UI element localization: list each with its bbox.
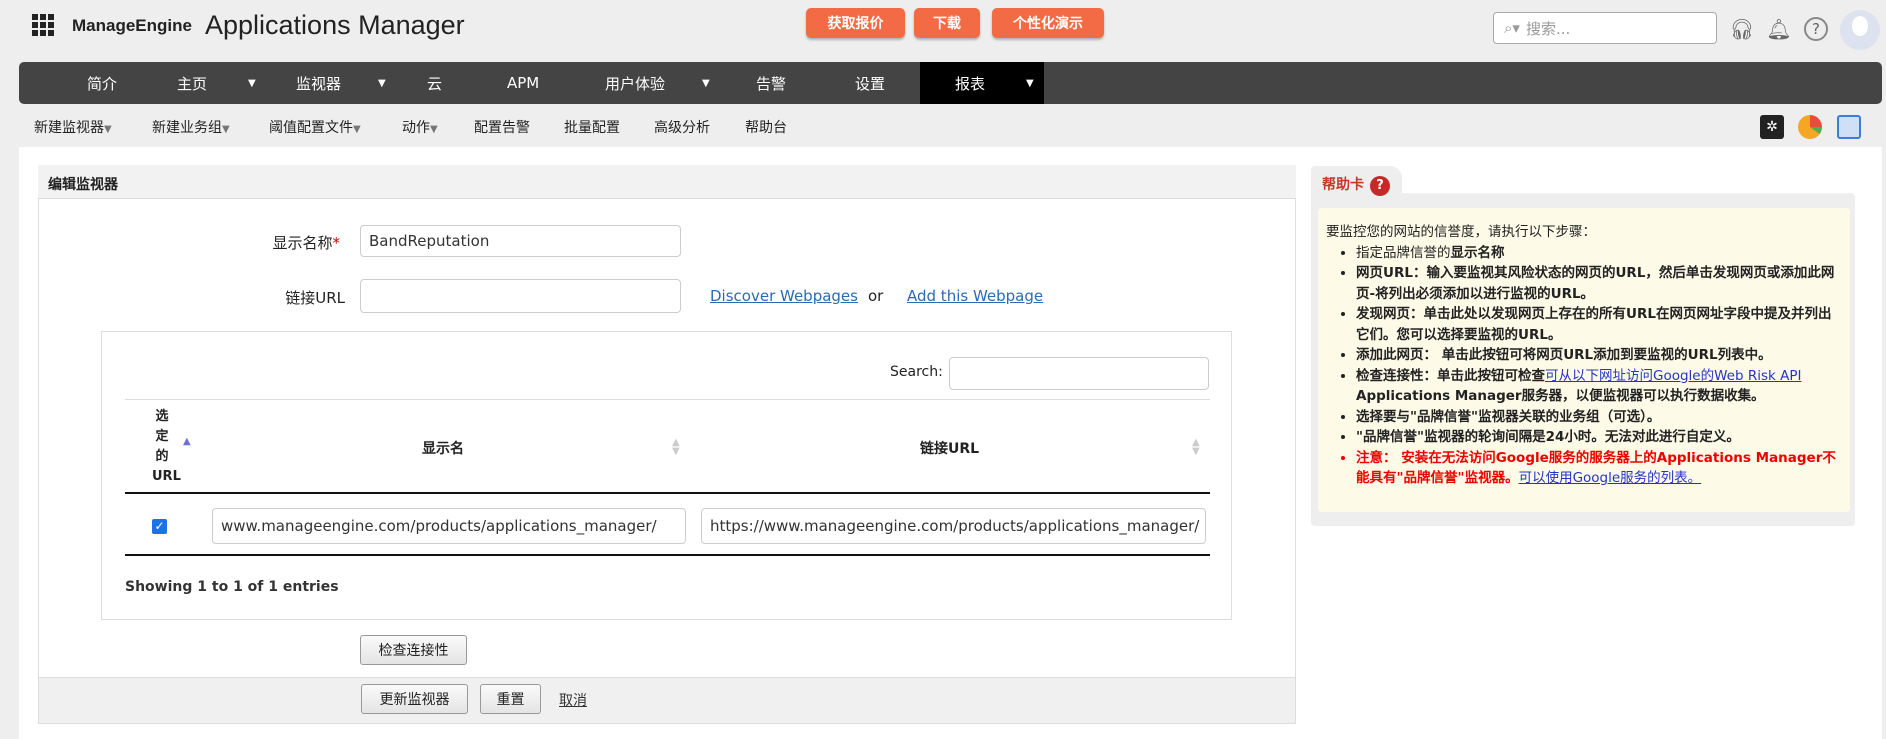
caret-down-icon: ▼ — [222, 124, 230, 135]
subnav-threshold[interactable]: 阈值配置文件▼ — [269, 117, 361, 137]
url-label: 链接URL — [285, 289, 345, 307]
help-item: 检查连接性：单击此按钮可检查可从以下网址访问Google的Web Risk AP… — [1356, 366, 1842, 407]
camera-shutter-icon[interactable]: ✲ — [1760, 115, 1784, 139]
subnav-label: 阈值配置文件 — [269, 120, 353, 136]
caret-down-icon: ▼ — [353, 124, 361, 135]
bell-icon[interactable]: 🔔︎ — [1766, 16, 1792, 42]
search-icon: ⌕▾ — [1504, 19, 1520, 37]
header-text: URL — [152, 469, 181, 484]
sort-asc-icon: ▲ — [183, 436, 191, 447]
help-note: 注意： 安装在无法访问Google服务的服务器上的Applications Ma… — [1356, 448, 1842, 489]
label-text: 显示名称 — [272, 234, 333, 252]
subnav-new-group[interactable]: 新建业务组▼ — [152, 117, 230, 137]
subnav-label: 新建业务组 — [152, 120, 222, 136]
pie-chart-icon[interactable] — [1798, 115, 1822, 139]
sort-icon: ▲ ▼ — [672, 437, 680, 457]
chevron-down-icon[interactable]: ▼ — [248, 62, 256, 104]
nav-cloud[interactable]: 云 — [427, 62, 442, 104]
google-services-link[interactable]: 可以使用Google服务的列表。 — [1519, 470, 1702, 486]
subnav-bulk-config[interactable]: 批量配置 — [564, 117, 620, 137]
nav-settings[interactable]: 设置 — [855, 62, 885, 104]
row-url-input[interactable]: https://www.manageengine.com/products/ap… — [701, 508, 1206, 544]
chevron-down-icon[interactable]: ▼ — [378, 62, 386, 104]
demo-button[interactable]: 个性化演示 — [992, 8, 1104, 38]
url-input[interactable] — [360, 279, 681, 313]
help-icon[interactable]: ? — [1804, 17, 1828, 41]
discover-webpages-link[interactable]: Discover Webpages — [710, 287, 858, 305]
subnav-configure-alarms[interactable]: 配置告警 — [474, 117, 530, 137]
subnav-actions[interactable]: 动作▼ — [402, 117, 438, 137]
header-text: 的 — [155, 449, 169, 464]
panel-title: 编辑监视器 — [38, 165, 1296, 199]
help-item: 选择要与"品牌信誉"监视器关联的业务组（可选）。 — [1356, 407, 1842, 428]
row-checkbox[interactable]: ✓ — [152, 519, 167, 534]
table-info: Showing 1 to 1 of 1 entries — [125, 579, 339, 595]
header-text: 选 — [155, 409, 169, 424]
help-item: 网页URL：输入要监视其风险状态的网页的URL，然后单击发现网页或添加此网页-将… — [1356, 263, 1842, 304]
subnav-helpdesk[interactable]: 帮助台 — [745, 117, 787, 137]
nav-home[interactable]: 主页 — [177, 62, 207, 104]
header-text: 定 — [155, 429, 169, 444]
subnav-analytics[interactable]: 高级分析 — [654, 117, 710, 137]
caret-down-icon: ▼ — [104, 124, 112, 135]
chevron-down-icon[interactable]: ▼ — [1026, 62, 1034, 104]
table-search-label: Search: — [890, 364, 943, 380]
add-webpage-link[interactable]: Add this Webpage — [907, 287, 1043, 305]
help-intro: 要监控您的网站的信誉度，请执行以下步骤： — [1326, 224, 1596, 240]
nav-reports[interactable]: 报表 — [955, 62, 985, 104]
panel-footer — [39, 677, 1295, 723]
printer-icon[interactable] — [1837, 115, 1861, 139]
sort-icon: ▲ ▼ — [1192, 437, 1200, 457]
or-text: or — [868, 287, 884, 305]
nav-intro[interactable]: 简介 — [87, 62, 117, 104]
download-button[interactable]: 下载 — [914, 8, 980, 38]
subnav-label: 动作 — [402, 120, 430, 136]
nav-apm[interactable]: APM — [507, 62, 539, 104]
help-item: 添加此网页： 单击此按钮可将网页URL添加到要监视的URL列表中。 — [1356, 345, 1842, 366]
brand-logo: ManageEngine — [72, 16, 192, 35]
nav-alarms[interactable]: 告警 — [756, 62, 786, 104]
col-display-name-header[interactable]: 显示名 — [422, 438, 464, 458]
help-text: Applications Manager服务器，以便监视器可以执行数据收集。 — [1356, 388, 1765, 404]
cancel-link[interactable]: 取消 — [559, 690, 587, 710]
display-name-label: 显示名称* — [140, 232, 340, 253]
row-name-input[interactable]: www.manageengine.com/products/applicatio… — [212, 508, 686, 544]
col-selected-header[interactable]: 选定的 URL — [152, 407, 181, 487]
headset-icon[interactable]: 🎧︎ — [1729, 16, 1755, 42]
get-quote-button[interactable]: 获取报价 — [806, 8, 905, 38]
help-item: 发现网页：单击此处以发现网页上存在的所有URL在网页网址字段中提及并列出它们。您… — [1356, 304, 1842, 345]
help-text: 指定品牌信誉的 — [1356, 244, 1451, 261]
nav-user-experience[interactable]: 用户体验 — [605, 62, 665, 104]
update-monitor-button[interactable]: 更新监视器 — [361, 684, 468, 714]
question-icon: ? — [1370, 176, 1390, 196]
required-marker: * — [332, 234, 341, 252]
reset-button[interactable]: 重置 — [480, 684, 541, 714]
caret-down-icon: ▼ — [430, 124, 438, 135]
display-name-input[interactable]: BandReputation — [360, 225, 681, 257]
table-search-input[interactable] — [949, 357, 1209, 390]
subnav-new-monitor[interactable]: 新建监视器▼ — [34, 117, 112, 137]
table-header — [125, 399, 1210, 494]
help-card-tab: 帮助卡? — [1311, 166, 1402, 196]
help-text: 检查连接性：单击此按钮可检查 — [1356, 367, 1545, 384]
subnav-label: 新建监视器 — [34, 120, 104, 136]
nav-monitors[interactable]: 监视器 — [296, 62, 341, 104]
help-tab-label: 帮助卡 — [1322, 177, 1364, 193]
app-grid-icon[interactable] — [32, 14, 54, 36]
web-risk-link[interactable]: 可从以下网址访问Google的Web Risk API — [1545, 368, 1801, 384]
search-input[interactable]: ⌕▾ 搜索... — [1493, 12, 1717, 44]
check-connectivity-button[interactable]: 检查连接性 — [360, 635, 467, 665]
chevron-down-icon[interactable]: ▼ — [702, 62, 710, 104]
avatar[interactable] — [1840, 10, 1880, 50]
help-text: 显示名称 — [1450, 244, 1505, 261]
help-item: "品牌信誉"监视器的轮询间隔是24小时。无法对此进行自定义。 — [1356, 427, 1842, 448]
help-item: 指定品牌信誉的显示名称 — [1356, 243, 1842, 264]
col-url-header[interactable]: 链接URL — [920, 438, 979, 458]
product-title: Applications Manager — [205, 10, 465, 40]
help-content: 要监控您的网站的信誉度，请执行以下步骤： 指定品牌信誉的显示名称 网页URL：输… — [1318, 208, 1850, 512]
